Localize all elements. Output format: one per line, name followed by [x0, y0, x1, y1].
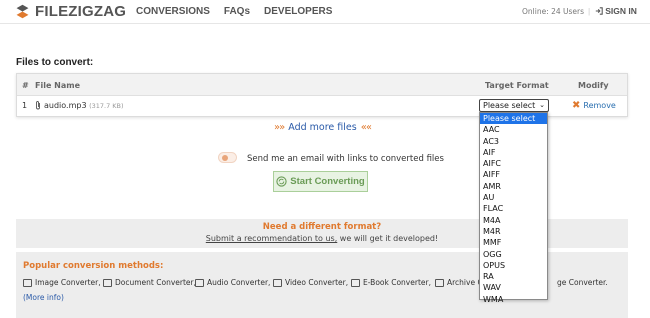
document-icon — [103, 278, 112, 287]
files-title: Files to convert: — [16, 57, 94, 68]
logo[interactable]: FILEZIGZAG — [14, 3, 126, 20]
convert-icon — [276, 176, 287, 187]
double-chevron-right-icon: »» — [274, 122, 285, 133]
book-icon — [351, 278, 360, 287]
add-more-label: Add more files — [288, 122, 357, 133]
divider: | — [588, 6, 591, 16]
sign-in-icon — [596, 7, 603, 15]
online-users: Online: 24 Users — [522, 7, 585, 16]
music-note-icon — [195, 278, 204, 287]
sign-in-link[interactable]: | SIGN IN — [588, 6, 637, 16]
table-header: # File Name Target Format Modify — [17, 74, 627, 96]
video-converter-link[interactable]: Video Converter, — [273, 278, 348, 287]
archive-icon — [435, 278, 444, 287]
film-icon — [273, 278, 282, 287]
logo-icon — [16, 4, 29, 19]
video-converter-label: Video Converter, — [285, 278, 349, 287]
target-format-select[interactable]: Please select ⌄ — [479, 99, 549, 112]
dropdown-option[interactable]: AIFC — [480, 158, 547, 169]
dropdown-option[interactable]: WAV — [480, 282, 547, 293]
image-converter-label: Image Converter, — [35, 278, 101, 287]
more-info-link[interactable]: (More info) — [23, 293, 64, 302]
dropdown-option[interactable]: AIFF — [480, 169, 547, 180]
image-converter-link[interactable]: Image Converter, — [23, 278, 101, 287]
double-chevron-left-icon: «« — [360, 122, 372, 133]
close-icon: ✖ — [572, 99, 581, 111]
file-size: (317.7 KB) — [89, 102, 124, 110]
dropdown-option[interactable]: AAC — [480, 124, 547, 135]
audio-converter-label: Audio Converter, — [207, 278, 271, 287]
top-header: FILEZIGZAG CONVERSIONS FAQs DEVELOPERS O… — [0, 0, 650, 24]
popular-title: Popular conversion methods: — [23, 261, 164, 271]
ebook-converter-label: E-Book Converter, — [363, 278, 431, 287]
remove-label: Remove — [583, 101, 616, 110]
dropdown-option[interactable]: AU — [480, 192, 547, 203]
add-more-files-link[interactable]: »» Add more files «« — [270, 122, 375, 133]
nav-developers[interactable]: DEVELOPERS — [264, 6, 332, 17]
image-icon — [23, 278, 32, 287]
nav-faqs[interactable]: FAQs — [224, 6, 250, 17]
document-converter-link[interactable]: Document Converter, — [103, 278, 196, 287]
dropdown-option[interactable]: AMR — [480, 181, 547, 192]
col-file-name: File Name — [35, 81, 81, 90]
chevron-down-icon: ⌄ — [539, 101, 545, 109]
main-nav: CONVERSIONS FAQs DEVELOPERS — [136, 6, 346, 17]
dropdown-option[interactable]: OPUS — [480, 260, 547, 271]
document-converter-label: Document Converter, — [115, 278, 196, 287]
image-converter-tail-label: ge Converter. — [557, 278, 608, 287]
dropdown-option[interactable]: RA — [480, 271, 547, 282]
dropdown-option[interactable]: Please select — [480, 113, 547, 125]
email-label: Send me an email with links to converted… — [247, 154, 444, 164]
start-converting-label: Start Converting — [290, 176, 365, 187]
sign-in-label: SIGN IN — [605, 6, 637, 16]
dropdown-option[interactable]: OGG — [480, 249, 547, 260]
file-name: audio.mp3 (317.7 KB) — [44, 101, 124, 110]
format-dropdown-list[interactable]: Please select AAC AC3 AIF AIFC AIFF AMR AU FLAC M… — [479, 112, 548, 304]
nav-conversions[interactable]: CONVERSIONS — [136, 6, 210, 17]
col-target-format: Target Format — [485, 81, 549, 90]
start-converting-button[interactable]: Start Converting — [273, 171, 368, 192]
file-name-text: audio.mp3 — [44, 101, 87, 110]
ebook-converter-link[interactable]: E-Book Converter, — [351, 278, 431, 287]
paperclip-icon — [36, 101, 40, 110]
dropdown-option[interactable]: M4R — [480, 226, 547, 237]
dropdown-option[interactable]: MMF — [480, 237, 547, 248]
target-format-value: Please select — [483, 101, 536, 110]
dropdown-option[interactable]: WMA — [480, 294, 547, 305]
image-converter-tail-link[interactable]: ge Converter. — [557, 278, 608, 287]
dropdown-option[interactable]: FLAC — [480, 203, 547, 214]
dropdown-option[interactable]: AC3 — [480, 136, 547, 147]
submit-recommendation-link[interactable]: Submit a recommendation to us, — [206, 234, 337, 243]
col-modify: Modify — [578, 81, 609, 90]
logo-text: FILEZIGZAG — [35, 3, 127, 20]
dropdown-option[interactable]: AIF — [480, 147, 547, 158]
toggle-knob — [222, 155, 228, 161]
dropdown-option[interactable]: M4A — [480, 215, 547, 226]
different-format-rest: we will get it developed! — [337, 234, 439, 243]
remove-button[interactable]: ✖ Remove — [572, 99, 616, 111]
row-number: 1 — [22, 101, 28, 110]
files-table: # File Name Target Format Modify 1 audio… — [16, 73, 628, 117]
audio-converter-link[interactable]: Audio Converter, — [195, 278, 270, 287]
col-num: # — [22, 81, 29, 90]
email-toggle[interactable] — [218, 152, 237, 163]
